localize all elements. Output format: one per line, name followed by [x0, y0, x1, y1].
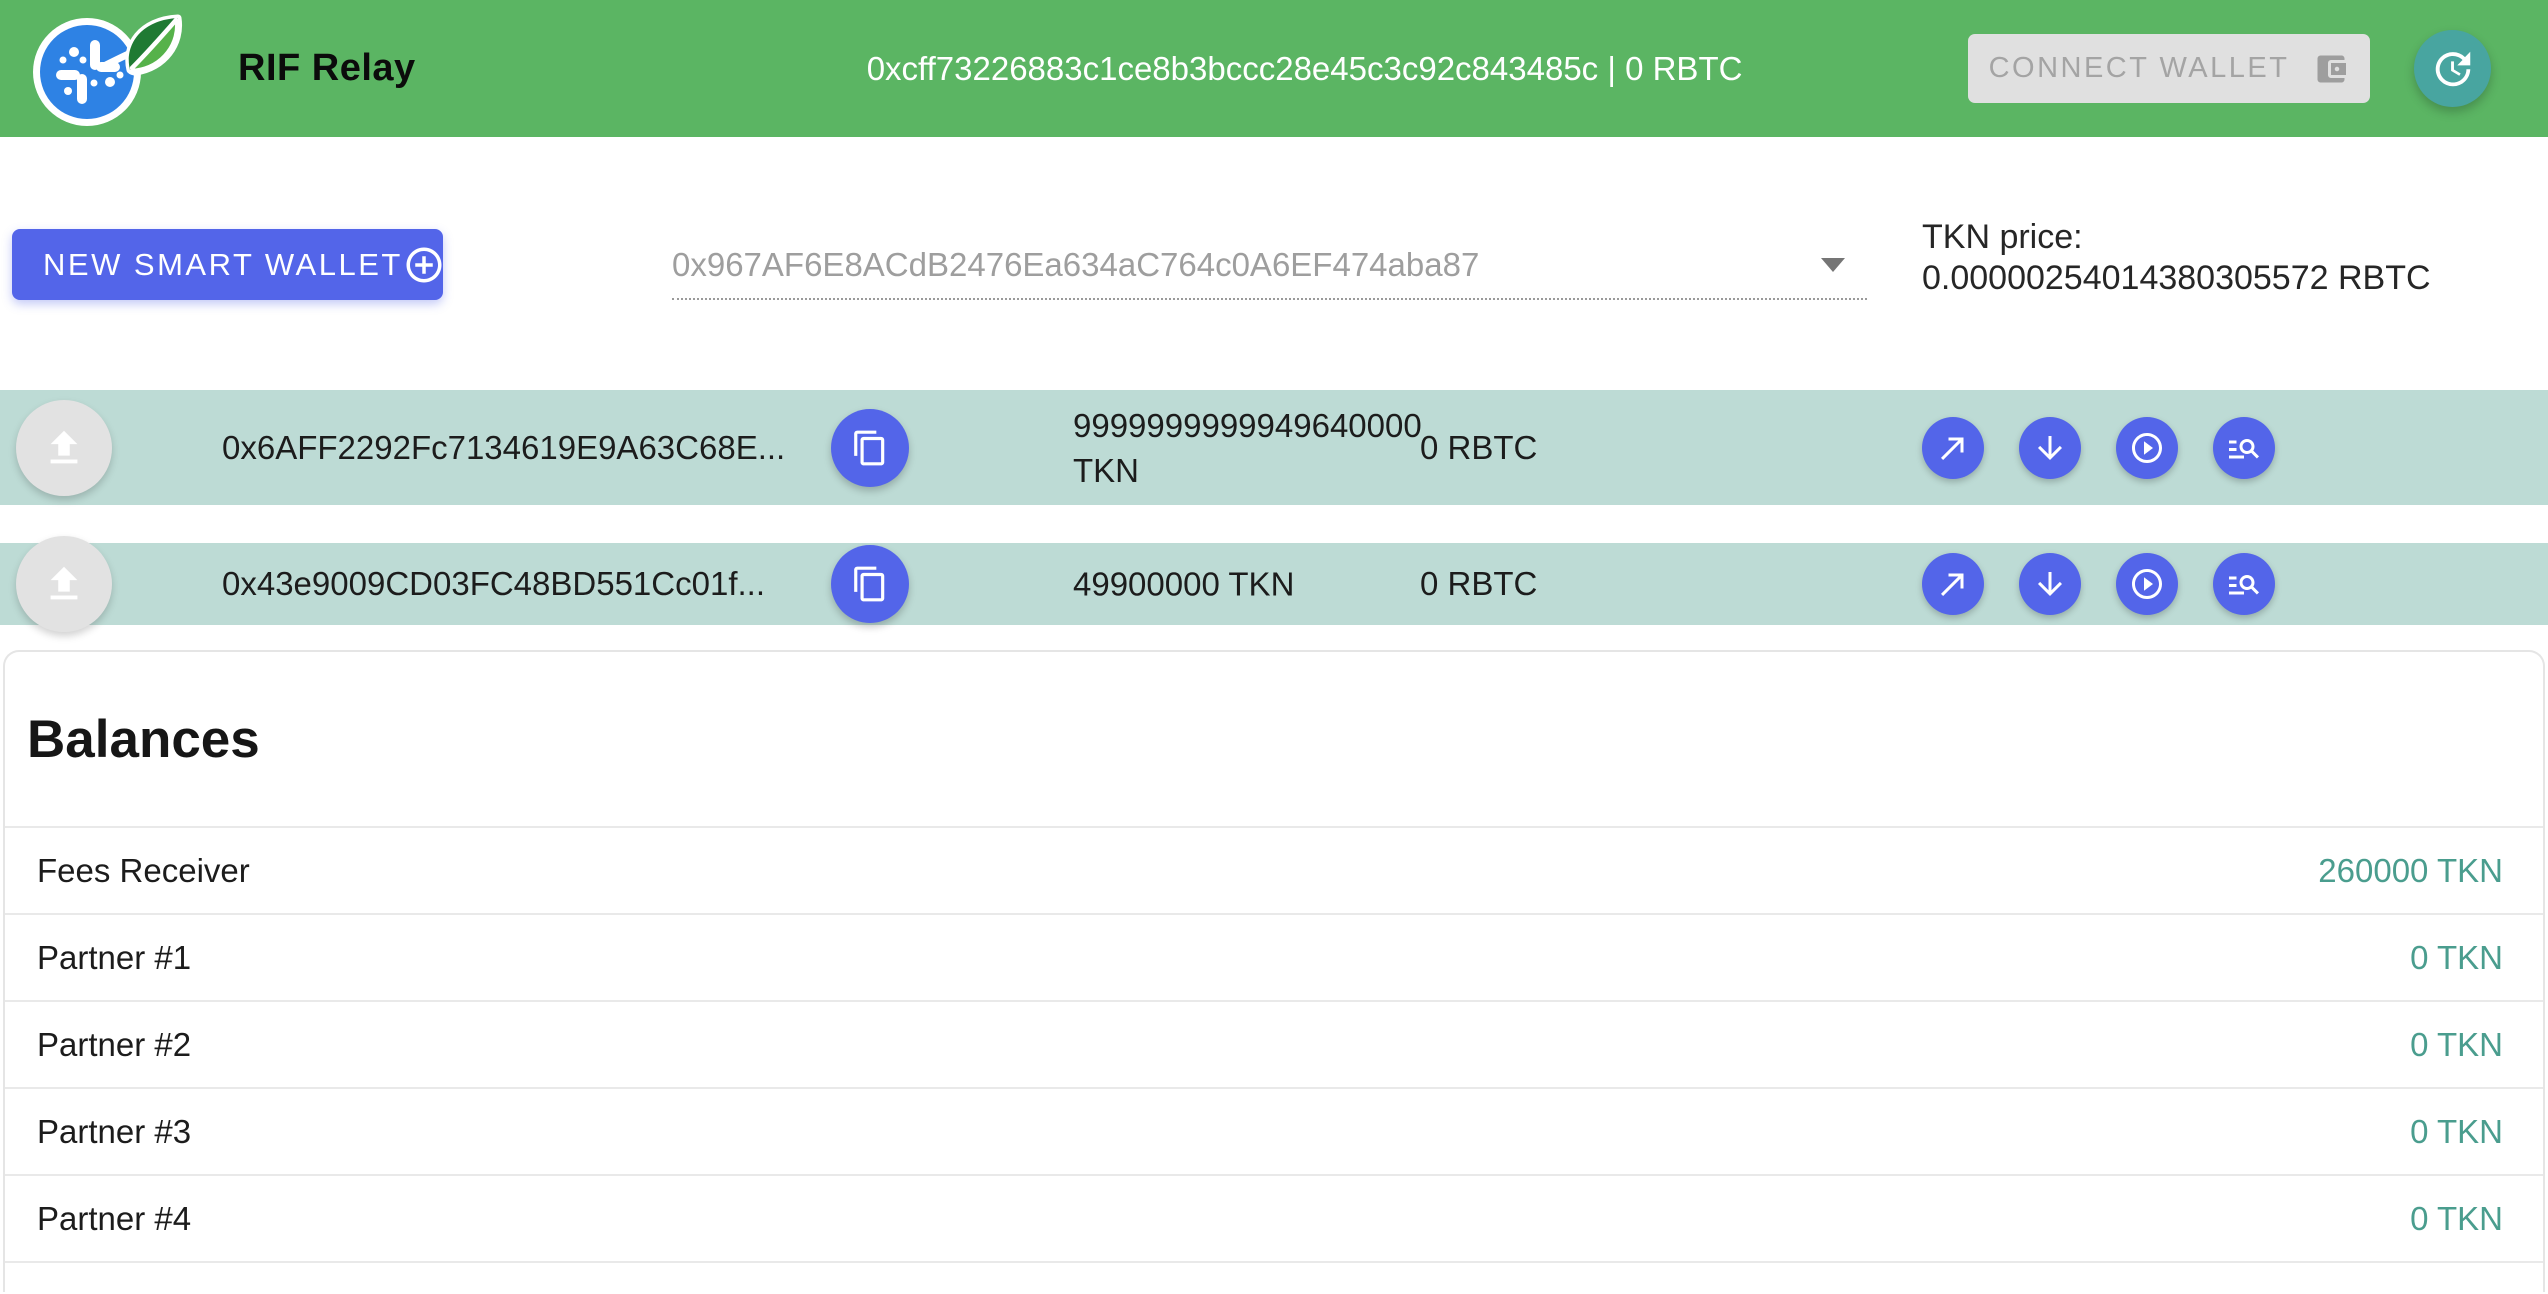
token-price-value: 0.00000254014380305572 RBTC — [1922, 258, 2431, 299]
inspect-button[interactable] — [2213, 553, 2275, 615]
arrow-down-icon — [2032, 430, 2068, 466]
receive-button[interactable] — [2019, 417, 2081, 479]
copy-address-button[interactable] — [831, 409, 909, 487]
deploy-wallet-button[interactable] — [16, 400, 112, 496]
refresh-button[interactable] — [2414, 30, 2491, 107]
balance-value: 0 TKN — [2410, 939, 2503, 977]
app-header: RIF Relay 0xcff73226883c1ce8b3bccc28e45c… — [0, 0, 2548, 137]
connect-wallet-button[interactable]: CONNECT WALLET — [1968, 34, 2370, 103]
balance-row: Partner #4 0 TKN — [5, 1174, 2543, 1261]
wallet-token-balance: 9999999999949640000 TKN — [1073, 403, 1443, 493]
rif-relay-logo-icon — [30, 10, 198, 132]
app-title: RIF Relay — [238, 47, 416, 90]
wallet-address: 0x6AFF2292Fc7134619E9A63C68E... — [222, 429, 785, 467]
new-smart-wallet-label: NEW SMART WALLET — [43, 247, 403, 283]
balance-row — [5, 1261, 2543, 1292]
copy-icon — [851, 565, 889, 603]
upload-icon — [41, 425, 87, 471]
wallet-token-balance: 49900000 TKN — [1073, 562, 1443, 607]
manage-search-icon — [2226, 430, 2262, 466]
wallet-row-actions — [1922, 417, 2275, 479]
balance-label: Partner #2 — [37, 1026, 191, 1064]
call-made-icon — [1935, 566, 1971, 602]
balance-label: Partner #4 — [37, 1200, 191, 1238]
execute-button[interactable] — [2116, 417, 2178, 479]
balance-label: Partner #1 — [37, 939, 191, 977]
deploy-wallet-button[interactable] — [16, 536, 112, 632]
new-smart-wallet-button[interactable]: NEW SMART WALLET — [12, 229, 443, 300]
smart-wallet-row: 0x43e9009CD03FC48BD551Cc01f... 49900000 … — [0, 543, 2548, 625]
balances-title: Balances — [5, 652, 2543, 826]
inspect-button[interactable] — [2213, 417, 2275, 479]
add-circle-icon — [403, 244, 445, 286]
balance-value: 0 TKN — [2410, 1200, 2503, 1238]
smart-wallet-toolbar: NEW SMART WALLET 0x967AF6E8ACdB2476Ea634… — [0, 137, 2548, 303]
balance-value: 260000 TKN — [2318, 852, 2503, 890]
smart-wallet-select-value: 0x967AF6E8ACdB2476Ea634aC764c0A6EF474aba… — [672, 246, 1479, 284]
balance-row: Partner #1 0 TKN — [5, 913, 2543, 1000]
transfer-button[interactable] — [1922, 553, 1984, 615]
execute-button[interactable] — [2116, 553, 2178, 615]
balance-label: Partner #3 — [37, 1113, 191, 1151]
play-circle-icon — [2129, 566, 2165, 602]
receive-button[interactable] — [2019, 553, 2081, 615]
transfer-button[interactable] — [1922, 417, 1984, 479]
token-price: TKN price: 0.00000254014380305572 RBTC — [1922, 217, 2431, 299]
balance-value: 0 TKN — [2410, 1113, 2503, 1151]
smart-wallet-select[interactable]: 0x967AF6E8ACdB2476Ea634aC764c0A6EF474aba… — [672, 232, 1867, 300]
balance-row: Partner #3 0 TKN — [5, 1087, 2543, 1174]
wallet-icon — [2313, 51, 2349, 87]
wallet-rbtc-balance: 0 RBTC — [1420, 429, 1537, 467]
manage-search-icon — [2226, 566, 2262, 602]
upload-icon — [41, 561, 87, 607]
copy-address-button[interactable] — [831, 545, 909, 623]
call-made-icon — [1935, 430, 1971, 466]
token-price-label: TKN price: — [1922, 217, 2431, 258]
smart-wallet-row: 0x6AFF2292Fc7134619E9A63C68E... 99999999… — [0, 390, 2548, 505]
wallet-address: 0x43e9009CD03FC48BD551Cc01f... — [222, 565, 765, 603]
arrow-down-icon — [2032, 566, 2068, 602]
rif-relay-page: RIF Relay 0xcff73226883c1ce8b3bccc28e45c… — [0, 0, 2548, 1294]
play-circle-icon — [2129, 430, 2165, 466]
copy-icon — [851, 429, 889, 467]
balance-label: Fees Receiver — [37, 852, 250, 890]
balance-value: 0 TKN — [2410, 1026, 2503, 1064]
connect-wallet-label: CONNECT WALLET — [1989, 52, 2290, 85]
wallet-row-actions — [1922, 553, 2275, 615]
caret-down-icon — [1821, 258, 1845, 272]
wallet-rbtc-balance: 0 RBTC — [1420, 565, 1537, 603]
balances-card: Balances Fees Receiver 260000 TKN Partne… — [3, 650, 2545, 1292]
balance-row: Partner #2 0 TKN — [5, 1000, 2543, 1087]
update-icon — [2430, 46, 2476, 92]
rif-logo-svg — [30, 10, 198, 132]
header-account-info: 0xcff73226883c1ce8b3bccc28e45c3c92c84348… — [867, 50, 1743, 88]
balance-row: Fees Receiver 260000 TKN — [5, 826, 2543, 913]
